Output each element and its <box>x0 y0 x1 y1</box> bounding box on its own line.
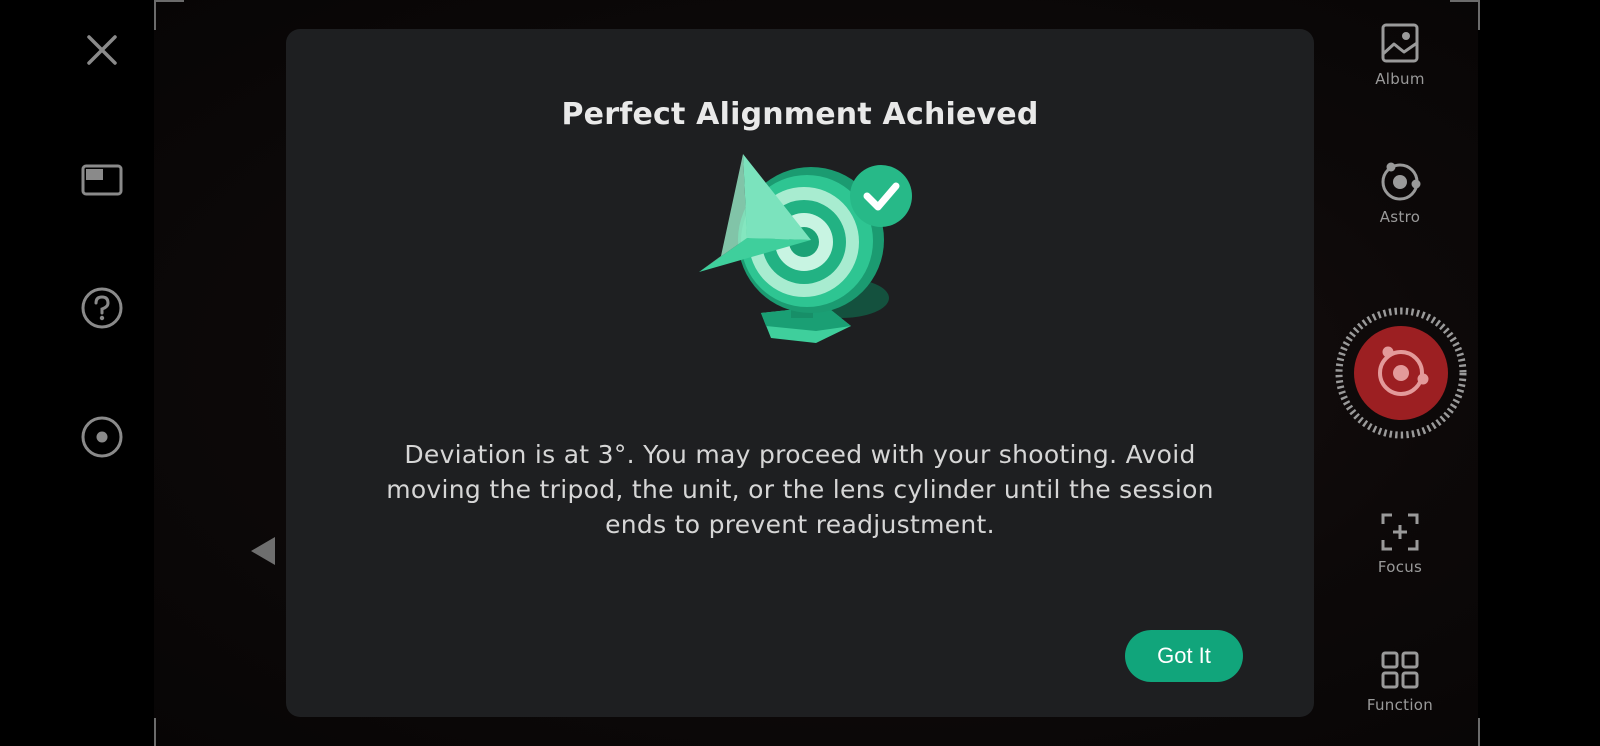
function-button[interactable]: Function <box>1362 650 1438 714</box>
alignment-dialog: Perfect Alignment Achieved Deviation is … <box>286 29 1314 717</box>
close-button[interactable] <box>72 20 132 80</box>
focus-icon <box>1381 513 1419 551</box>
shutter-button[interactable] <box>1334 306 1468 440</box>
album-icon <box>1381 23 1419 63</box>
aspect-ratio-button[interactable] <box>72 150 132 210</box>
collapse-panel-arrow-icon[interactable] <box>248 534 278 568</box>
timer-button[interactable] <box>72 407 132 467</box>
function-label: Function <box>1366 696 1434 714</box>
got-it-button[interactable]: Got It <box>1125 630 1243 682</box>
dialog-title: Perfect Alignment Achieved <box>561 97 1039 132</box>
camera-screen: Perfect Alignment Achieved Deviation is … <box>0 0 1600 746</box>
album-label: Album <box>1375 70 1425 88</box>
frame-corner-top-left <box>154 0 184 30</box>
astro-orbit-icon <box>1381 162 1421 201</box>
function-grid-icon <box>1381 651 1419 689</box>
target-success-illustration-icon <box>699 154 912 343</box>
focus-button[interactable]: Focus <box>1362 512 1438 576</box>
timer-icon <box>81 416 123 458</box>
aspect-ratio-icon <box>81 164 123 196</box>
focus-label: Focus <box>1377 558 1423 576</box>
help-icon <box>81 287 123 329</box>
astro-mode-button[interactable]: Astro <box>1362 160 1438 226</box>
close-icon <box>87 35 117 65</box>
frame-corner-bottom-left <box>154 718 184 746</box>
frame-corner-top-right <box>1450 0 1480 30</box>
dialog-message: Deviation is at 3°. You may proceed with… <box>386 440 1214 539</box>
astro-label: Astro <box>1379 208 1421 226</box>
frame-corner-bottom-right <box>1450 718 1480 746</box>
help-button[interactable] <box>72 278 132 338</box>
album-button[interactable]: Album <box>1362 22 1438 88</box>
